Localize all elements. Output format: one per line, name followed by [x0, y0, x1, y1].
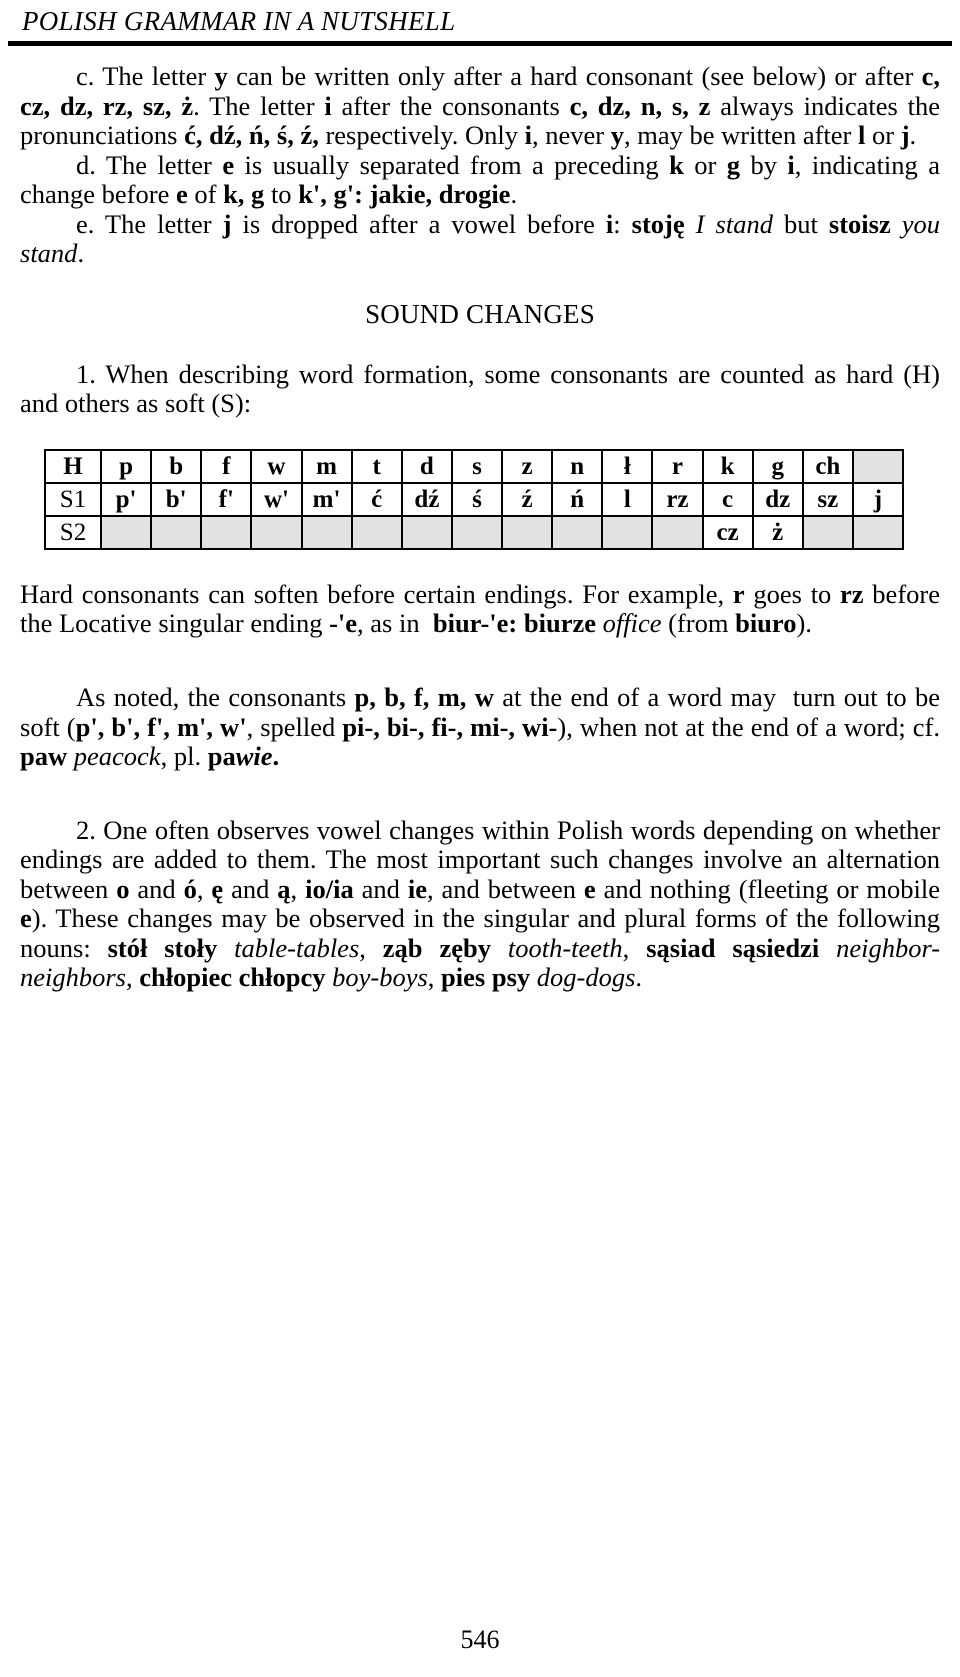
cell-s2-6 [400, 514, 453, 550]
running-head: POLISH GRAMMAR IN A NUTSHELL [22, 6, 456, 36]
consonant-table-wrapper: H p b f w m t d s z n ł r k g ch S1 p' b… [20, 448, 940, 550]
cell-s2-13: ż [751, 514, 804, 550]
cell-s1-12: c [701, 481, 754, 517]
cell-s1-5: ć [350, 481, 403, 517]
cell-h-3: w [250, 448, 303, 484]
cell-s2-12: cz [701, 514, 754, 550]
cell-h-5: t [350, 448, 403, 484]
header-rule [8, 41, 952, 46]
cell-h-0: p [99, 448, 153, 484]
cell-h-6: d [400, 448, 453, 484]
cell-s2-9 [551, 514, 604, 550]
paragraph-item-1: 1. When describing word formation, some … [20, 358, 940, 419]
cell-s1-8: ź [500, 481, 554, 517]
paragraph-item-2: 2. One often observes vowel changes with… [20, 814, 941, 993]
cell-s1-14: sz [801, 481, 854, 517]
cell-s2-3 [250, 514, 303, 550]
cell-s2-11 [651, 514, 704, 550]
page-content: c. The letter y can be written only afte… [20, 61, 941, 993]
cell-s2-1 [150, 514, 203, 550]
cell-s2-15 [851, 514, 905, 550]
section-heading: SOUND CHANGES [365, 298, 595, 329]
row-label-s2: S2 [44, 514, 102, 550]
cell-s1-9: ń [551, 481, 604, 517]
cell-h-2: f [200, 448, 253, 484]
cell-h-8: z [500, 448, 554, 484]
paragraph-after-table: Hard consonants can soften before certai… [20, 578, 940, 639]
cell-s2-4 [300, 514, 353, 550]
cell-h-1: b [150, 448, 203, 484]
cell-h-13: g [751, 448, 804, 484]
paragraph-c: c. The letter y can be written only afte… [20, 61, 940, 151]
row-label-s1: S1 [44, 481, 102, 517]
page-number: 546 [460, 1625, 500, 1654]
cell-s1-1: b' [150, 481, 203, 517]
paragraph-d: d. The letter e is usually separated fro… [20, 149, 940, 210]
cell-s2-0 [99, 514, 153, 550]
cell-s1-0: p' [99, 481, 153, 517]
table-row-soft-2: S2 cz ż [44, 514, 905, 550]
cell-s1-10: l [601, 481, 654, 517]
cell-s1-2: f' [200, 481, 253, 517]
cell-h-4: m [300, 448, 353, 484]
cell-s1-13: dz [751, 481, 804, 517]
cell-s1-6: dź [400, 481, 453, 517]
paragraph-item-1-text: 1. When describing word formation, some … [20, 358, 940, 419]
cell-s1-4: m' [300, 481, 353, 517]
paragraph-as-noted-text: As noted, the consonants p, b, f, m, w a… [20, 682, 941, 772]
document-page: POLISH GRAMMAR IN A NUTSHELL c. The lett… [0, 0, 960, 1677]
table-row-hard: H p b f w m t d s z n ł r k g ch [44, 448, 905, 484]
paragraph-e-text: e. The letter j is dropped after a vowel… [20, 208, 940, 269]
cell-h-15 [851, 448, 905, 484]
cell-s2-10 [601, 514, 654, 550]
cell-s2-2 [200, 514, 253, 550]
paragraph-after-table-text: Hard consonants can soften before certai… [20, 578, 940, 639]
cell-h-12: k [701, 448, 754, 484]
cell-s1-15: j [851, 481, 905, 517]
table-row-soft-1: S1 p' b' f' w' m' ć dź ś ź ń l rz c dz s… [44, 481, 905, 517]
row-label-h: H [44, 448, 102, 484]
cell-s2-5 [350, 514, 403, 550]
paragraph-d-text: d. The letter e is usually separated fro… [20, 149, 940, 210]
cell-s2-14 [801, 514, 854, 550]
cell-s1-7: ś [450, 481, 504, 517]
cell-h-11: r [651, 448, 704, 484]
paragraph-item-2-text: 2. One often observes vowel changes with… [20, 814, 941, 993]
paragraph-as-noted: As noted, the consonants p, b, f, m, w a… [20, 682, 941, 772]
cell-h-14: ch [801, 448, 854, 484]
cell-s1-3: w' [250, 481, 303, 517]
cell-h-7: s [450, 448, 504, 484]
paragraph-c-text: c. The letter y can be written only afte… [20, 61, 940, 151]
cell-s1-11: rz [651, 481, 704, 517]
cell-h-10: ł [601, 448, 654, 484]
cell-s2-8 [500, 514, 554, 550]
cell-s2-7 [450, 514, 504, 550]
paragraph-e: e. The letter j is dropped after a vowel… [20, 208, 940, 269]
cell-h-9: n [551, 448, 604, 484]
consonant-hardness-table: H p b f w m t d s z n ł r k g ch S1 p' b… [44, 448, 905, 550]
